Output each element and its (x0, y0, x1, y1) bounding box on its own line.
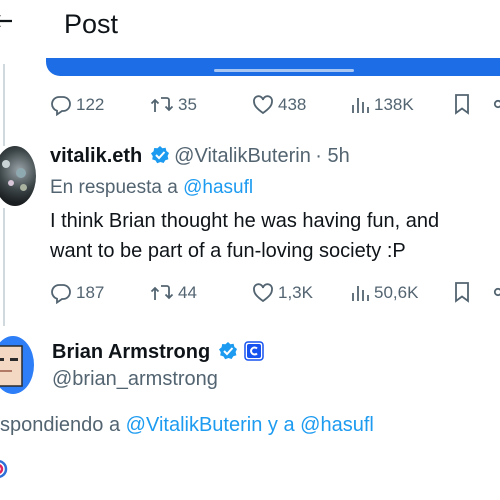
views-count: 50,6K (374, 283, 419, 302)
post-text-line: want to be part of a fun-loving society … (50, 240, 406, 262)
share-icon (491, 281, 500, 303)
views-button[interactable]: 138K (350, 93, 414, 117)
verified-badge-icon (218, 341, 238, 366)
post-actions: 122 35 438 138K (50, 93, 500, 117)
thread-connector (3, 208, 5, 326)
bookmark-button[interactable] (453, 281, 471, 303)
avatar[interactable] (0, 146, 36, 206)
like-count: 438 (278, 95, 307, 114)
views-icon (350, 94, 370, 116)
post-timestamp[interactable]: · 5h (315, 145, 349, 167)
repost-count: 35 (178, 95, 197, 114)
author-name[interactable]: Brian Armstrong (52, 341, 210, 363)
reply-prefix: En respuesta a (50, 177, 178, 198)
reply-context: En respuesta a @hasufl (50, 176, 253, 200)
page-title: Post (64, 9, 119, 39)
author-name[interactable]: vitalik.eth (50, 145, 142, 167)
bookmark-icon (453, 281, 471, 303)
like-button[interactable]: 1,3K (252, 281, 313, 305)
reply-button[interactable]: 187 (50, 281, 104, 305)
avatar[interactable] (0, 336, 34, 394)
repost-icon (150, 282, 174, 304)
post-media-image[interactable] (46, 58, 500, 76)
views-count: 138K (374, 95, 414, 114)
thread-connector (3, 64, 5, 146)
reply-icon (50, 282, 72, 304)
mention-link[interactable]: @VitalikButerin (126, 414, 263, 436)
reply-count: 187 (76, 283, 105, 302)
post-text: I think Brian thought he was having fun,… (50, 206, 439, 266)
views-button[interactable]: 50,6K (350, 281, 418, 305)
bookmark-icon (453, 93, 471, 115)
reply-count: 122 (76, 95, 105, 114)
coinbase-affiliate-icon[interactable] (244, 341, 264, 366)
author-handle[interactable]: @VitalikButerin (174, 145, 311, 167)
author-handle[interactable]: @brian_armstrong (52, 367, 218, 391)
post-author-row: vitalik.eth @VitalikButerin · 5h (50, 144, 350, 170)
share-button[interactable] (491, 93, 500, 115)
reply-context: spondiendo a @VitalikButerin y a @hasufl (0, 413, 374, 437)
share-button[interactable] (491, 281, 500, 303)
views-icon (350, 282, 370, 304)
media-indicator (214, 69, 354, 72)
repost-icon (150, 94, 174, 116)
verified-badge-icon (150, 145, 170, 170)
like-count: 1,3K (278, 283, 313, 302)
mention-link[interactable]: @hasufl (300, 414, 374, 436)
mention-link[interactable]: @hasufl (183, 177, 253, 198)
repost-button[interactable]: 35 (150, 93, 197, 117)
emoji-icon (0, 458, 8, 480)
post-author-row: Brian Armstrong (52, 340, 264, 366)
reply-icon (50, 94, 72, 116)
repost-button[interactable]: 44 (150, 281, 197, 305)
repost-count: 44 (178, 283, 197, 302)
back-arrow-icon[interactable] (0, 6, 14, 36)
reply-button[interactable]: 122 (50, 93, 104, 117)
reply-prefix: spondiendo a (0, 414, 121, 436)
post-actions: 187 44 1,3K 50,6K (50, 281, 500, 305)
like-button[interactable]: 438 (252, 93, 306, 117)
reply-join: y a (267, 414, 295, 436)
share-icon (491, 93, 500, 115)
like-icon (252, 94, 274, 116)
bookmark-button[interactable] (453, 93, 471, 115)
like-icon (252, 282, 274, 304)
post-text-line: I think Brian thought he was having fun,… (50, 210, 440, 232)
